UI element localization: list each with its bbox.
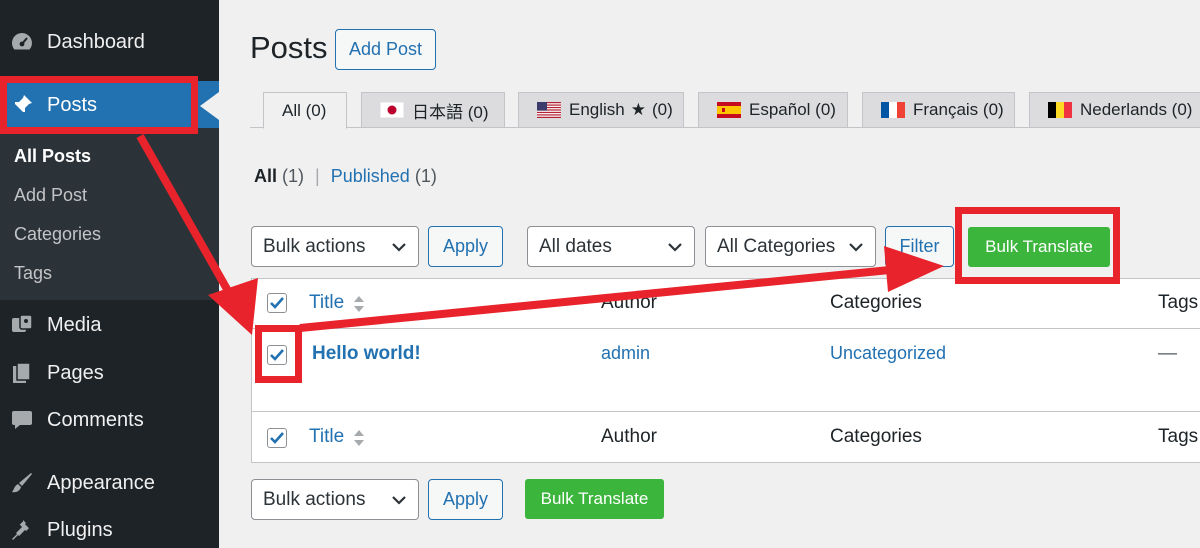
plugin-icon (9, 517, 35, 543)
menu-pages-label: Pages (47, 361, 104, 384)
chevron-down-icon (392, 496, 406, 505)
posts-table (251, 278, 1200, 463)
active-menu-arrow (200, 92, 219, 120)
submenu-add-post[interactable]: Add Post (14, 185, 87, 206)
menu-posts[interactable]: Posts (0, 81, 219, 129)
menu-posts-label: Posts (47, 93, 98, 116)
media-icon (9, 312, 35, 338)
select-all-checkbox-top[interactable] (267, 293, 287, 313)
tab-all-languages[interactable]: All (0) (263, 92, 347, 129)
filter-button[interactable]: Filter (885, 226, 954, 267)
menu-comments[interactable]: Comments (0, 396, 219, 444)
chevron-down-icon (668, 243, 682, 252)
menu-pages[interactable]: Pages (0, 349, 219, 397)
tab-french[interactable]: Français (0) (862, 92, 1015, 128)
chevron-down-icon (392, 243, 406, 252)
menu-media[interactable]: Media (0, 301, 219, 349)
menu-plugins-label: Plugins (47, 518, 113, 541)
submenu-tags[interactable]: Tags (14, 263, 52, 284)
categories-filter-value: All Categories (717, 235, 836, 257)
tab-all-label: All (0) (282, 100, 327, 120)
checkmark-icon (270, 297, 284, 309)
apply-button-top[interactable]: Apply (428, 226, 503, 267)
column-title-footer[interactable]: Title (309, 426, 344, 448)
column-categories-header: Categories (830, 292, 922, 313)
filter-all[interactable]: All (254, 166, 277, 186)
dates-filter-value: All dates (539, 235, 612, 257)
sort-arrows-icon (354, 430, 364, 446)
bulk-translate-button-top[interactable]: Bulk Translate (968, 227, 1110, 267)
tab-english-label: English (569, 100, 625, 119)
sort-arrows-icon (354, 296, 364, 312)
france-flag-icon (881, 102, 905, 118)
categories-filter-select[interactable]: All Categories (705, 226, 876, 267)
checkmark-icon (270, 432, 284, 444)
submenu-categories[interactable]: Categories (14, 224, 101, 245)
add-post-button[interactable]: Add Post (335, 29, 436, 70)
column-categories-footer: Categories (830, 426, 922, 447)
comments-icon (9, 407, 35, 433)
post-title-link[interactable]: Hello world! (312, 343, 421, 365)
row-checkbox[interactable] (267, 345, 287, 365)
footer-divider (251, 411, 1200, 412)
belgium-flag-icon (1048, 102, 1072, 118)
bulk-actions-select-bottom-value: Bulk actions (263, 488, 366, 510)
bulk-translate-button-bottom[interactable]: Bulk Translate (525, 479, 664, 519)
column-author-header: Author (601, 292, 657, 313)
menu-appearance[interactable]: Appearance (0, 459, 219, 507)
tab-english[interactable]: English ★ (0) (518, 92, 684, 128)
dashboard-icon (9, 29, 35, 55)
page-title: Posts (250, 30, 328, 65)
column-tags-footer: Tags (1158, 426, 1199, 447)
bulk-actions-select-bottom[interactable]: Bulk actions (251, 479, 419, 520)
tab-japanese-label: 日本語 (0) (412, 102, 489, 122)
bulk-actions-select-top-value: Bulk actions (263, 235, 366, 257)
filter-published-count: (1) (414, 166, 437, 186)
tab-dutch-label: Nederlands (0) (1080, 100, 1193, 119)
column-author-footer: Author (601, 426, 657, 447)
post-author-link[interactable]: admin (601, 343, 650, 364)
tab-spanish[interactable]: Español (0) (698, 92, 848, 128)
menu-media-label: Media (47, 313, 102, 336)
paintbrush-icon (9, 470, 35, 496)
checkmark-icon (270, 349, 284, 361)
menu-comments-label: Comments (47, 408, 144, 431)
filter-all-count: (1) (282, 166, 305, 186)
select-all-checkbox-bottom[interactable] (267, 428, 287, 448)
posts-submenu: All Posts Add Post Categories Tags (0, 128, 219, 300)
tab-japanese[interactable]: 日本語 (0) (361, 92, 505, 128)
menu-dashboard[interactable]: Dashboard (0, 18, 219, 66)
default-language-star-icon: ★ (630, 100, 647, 119)
tab-spanish-label: Español (0) (749, 100, 836, 119)
submenu-all-posts[interactable]: All Posts (14, 146, 91, 167)
tab-dutch[interactable]: Nederlands (0) (1029, 92, 1200, 128)
filter-published[interactable]: Published (331, 166, 410, 186)
menu-plugins[interactable]: Plugins (0, 506, 219, 548)
admin-sidebar: Dashboard Posts All Posts Add Post Categ… (0, 0, 219, 548)
status-filters: All (1) | Published (1) (254, 166, 437, 187)
bulk-actions-select-top[interactable]: Bulk actions (251, 226, 419, 267)
tab-french-label: Français (0) (913, 100, 1004, 119)
tab-english-count: (0) (652, 100, 673, 119)
japan-flag-icon (379, 101, 405, 119)
pushpin-icon (9, 92, 35, 118)
header-divider (251, 328, 1200, 329)
menu-appearance-label: Appearance (47, 471, 155, 494)
post-tags-value: — (1158, 343, 1177, 364)
chevron-down-icon (849, 243, 863, 252)
filter-separator: | (315, 166, 320, 186)
pages-icon (9, 360, 35, 386)
column-tags-header: Tags (1158, 292, 1199, 313)
post-category-link[interactable]: Uncategorized (830, 343, 946, 364)
apply-button-bottom[interactable]: Apply (428, 479, 503, 520)
dates-filter-select[interactable]: All dates (527, 226, 695, 267)
usa-flag-icon (537, 102, 561, 118)
spain-flag-icon (717, 102, 741, 118)
column-title-header[interactable]: Title (309, 292, 344, 314)
menu-dashboard-label: Dashboard (47, 30, 145, 53)
